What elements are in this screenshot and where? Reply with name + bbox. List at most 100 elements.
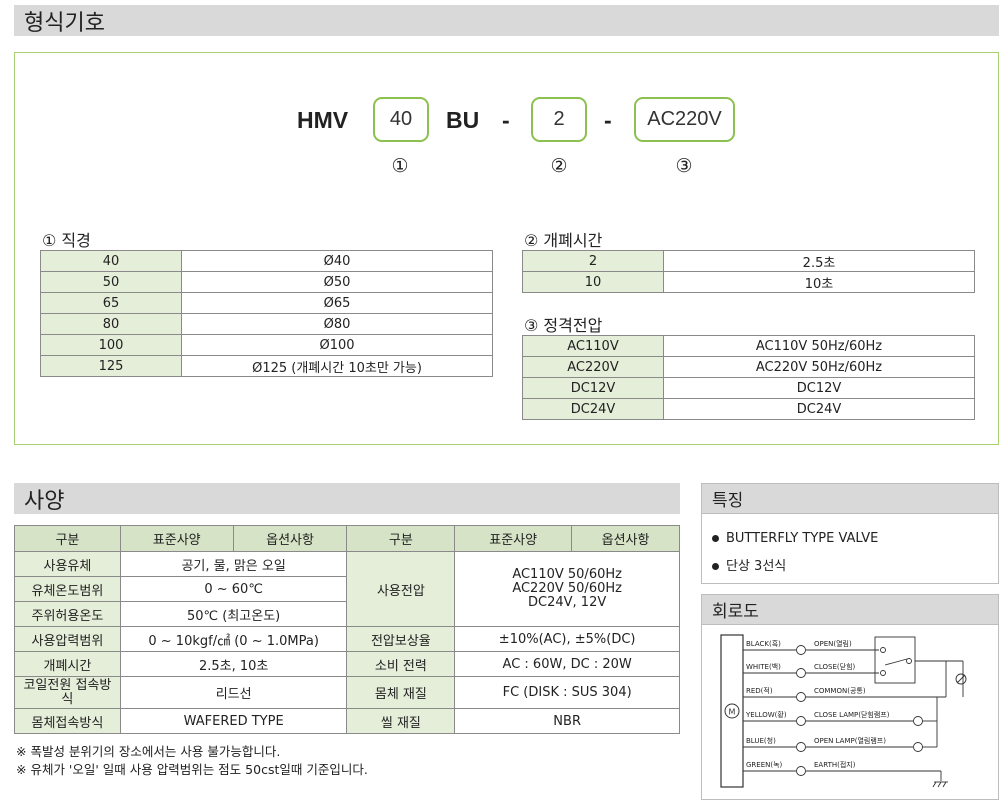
table-row: 몸체접속방식 WAFERED TYPE 씰 재질 NBR bbox=[14, 708, 680, 734]
feature-item: BUTTERFLY TYPE VALVE bbox=[712, 531, 878, 546]
cell: 전압보상율 bbox=[346, 626, 456, 652]
cell: 소비 전력 bbox=[346, 651, 456, 677]
model-voltage-box: AC220V bbox=[634, 97, 735, 142]
table-row: 개폐시간 2.5초, 10초 소비 전력 AC : 60W, DC : 20W bbox=[14, 651, 680, 677]
cell: 65 bbox=[40, 292, 182, 314]
cell: AC : 60W, DC : 20W bbox=[454, 651, 680, 677]
header-cell: 표준사양 bbox=[454, 525, 573, 552]
wire-color-label: BLACK(흑) bbox=[746, 639, 781, 648]
diameter-table-title: ① 직경 bbox=[42, 231, 91, 250]
model-time-box: 2 bbox=[531, 97, 587, 142]
table-row: 50 Ø50 bbox=[40, 271, 493, 293]
mark-2: ② bbox=[550, 155, 568, 177]
cell: 100 bbox=[40, 334, 182, 356]
cell: AC110V 50Hz/60Hz bbox=[663, 335, 975, 357]
cell: AC220V 50Hz/60Hz bbox=[663, 356, 975, 378]
bullet-icon bbox=[712, 535, 719, 542]
cell: 사용유체 bbox=[14, 551, 121, 577]
wire-function-label: OPEN(열림) bbox=[814, 640, 852, 648]
cell: 씰 재질 bbox=[346, 708, 456, 734]
cell: 2 bbox=[522, 250, 664, 272]
spec-section-title: 사양 bbox=[14, 483, 680, 514]
cell: 공기, 물, 맑은 오일 bbox=[119, 551, 348, 577]
cell: 주위허용온도 bbox=[14, 601, 121, 627]
wire-color-label: BLUE(청) bbox=[746, 737, 776, 745]
cell: Ø65 bbox=[181, 292, 493, 314]
table-row: 40 Ø40 bbox=[40, 250, 493, 272]
cell: 리드선 bbox=[119, 676, 348, 709]
table-row: 80 Ø80 bbox=[40, 313, 493, 335]
table-row: 10 10초 bbox=[522, 271, 975, 293]
table-row: AC110V AC110V 50Hz/60Hz bbox=[522, 335, 975, 357]
table-row: 코일전원 접속방식 리드선 몸체 재질 FC (DISK : SUS 304) bbox=[14, 676, 680, 709]
table-row: 65 Ø65 bbox=[40, 292, 493, 314]
cell: AC220V bbox=[522, 356, 664, 378]
cell: 10초 bbox=[663, 271, 975, 293]
features-title: 특징 bbox=[701, 483, 999, 514]
cell: 2.5초, 10초 bbox=[119, 651, 348, 677]
cell: 사용전압 bbox=[346, 551, 456, 627]
cell: Ø80 bbox=[181, 313, 493, 335]
table-row: AC220V AC220V 50Hz/60Hz bbox=[522, 356, 975, 378]
feature-item: 단상 3선식 bbox=[712, 555, 786, 574]
cell: DC24V bbox=[522, 398, 664, 420]
cell: Ø100 bbox=[181, 334, 493, 356]
circuit-title: 회로도 bbox=[701, 594, 999, 625]
feature-text: BUTTERFLY TYPE VALVE bbox=[726, 531, 879, 546]
bullet-icon bbox=[712, 563, 719, 570]
mark-3: ③ bbox=[675, 155, 693, 177]
wire-color-label: WHITE(백) bbox=[746, 662, 781, 671]
cell: 10 bbox=[522, 271, 664, 293]
wire-function-label: COMMON(공통) bbox=[814, 687, 866, 695]
diameter-table: 40 Ø40 50 Ø50 65 Ø65 80 Ø80 100 Ø100 125 Ø125 … bbox=[40, 250, 493, 377]
model-type: BU bbox=[446, 107, 480, 133]
model-prefix: HMV bbox=[297, 107, 349, 133]
wire-function-label: EARTH(접지) bbox=[814, 760, 856, 769]
model-dash-2: - bbox=[604, 107, 612, 133]
table-row: DC24V DC24V bbox=[522, 398, 975, 420]
cell: 코일전원 접속방식 bbox=[14, 676, 121, 709]
voltage-table: AC110V AC110V 50Hz/60Hz AC220V AC220V 50Hz… bbox=[522, 335, 975, 420]
cell: 몸체 재질 bbox=[346, 676, 456, 709]
cell: 몸체접속방식 bbox=[14, 708, 121, 734]
wire-function-label: OPEN LAMP(열림램프) bbox=[814, 737, 886, 745]
cell: NBR bbox=[454, 708, 680, 734]
header-cell: 구분 bbox=[346, 525, 456, 552]
motor-label: M bbox=[729, 708, 736, 717]
voltage-table-title: ③ 정격전압 bbox=[524, 316, 603, 335]
time-table-title: ② 개폐시간 bbox=[524, 231, 603, 250]
mark-1: ① bbox=[391, 155, 409, 177]
cell: AC110V bbox=[522, 335, 664, 357]
header-cell: 옵션사항 bbox=[232, 525, 348, 552]
table-row: 사용압력범위 0 ~ 10kgf/㎠ (0 ~ 1.0MPa) 전압보상율 ±1… bbox=[14, 626, 680, 652]
wire-color-label: YELLOW(황) bbox=[745, 710, 787, 719]
header-cell: 구분 bbox=[14, 525, 121, 552]
cell: 2.5초 bbox=[663, 250, 975, 272]
cell: DC12V bbox=[663, 377, 975, 399]
feature-text: 단상 3선식 bbox=[726, 559, 787, 574]
table-row: 2 2.5초 bbox=[522, 250, 975, 272]
cell: Ø50 bbox=[181, 271, 493, 293]
note-2: ※ 유체가 '오일' 일때 사용 압력범위는 점도 50cst일때 기준입니다. bbox=[16, 762, 368, 777]
cell: WAFERED TYPE bbox=[119, 708, 348, 734]
table-row: 사용유체 공기, 물, 맑은 오일 사용전압 AC110V 50/60Hz AC… bbox=[14, 551, 680, 627]
cell: Ø125 (개폐시간 10초만 가능) bbox=[181, 355, 493, 377]
table-row: 125 Ø125 (개폐시간 10초만 가능) bbox=[40, 355, 493, 377]
cell: AC110V 50/60Hz AC220V 50/60Hz DC24V, 12V bbox=[454, 551, 680, 627]
cell: 개폐시간 bbox=[14, 651, 121, 677]
table-header-row: 구분 표준사양 옵션사항 구분 표준사양 옵션사항 bbox=[14, 525, 680, 552]
cell: FC (DISK : SUS 304) bbox=[454, 676, 680, 709]
cell: Ø40 bbox=[181, 250, 493, 272]
table-row: 100 Ø100 bbox=[40, 334, 493, 356]
cell: 50 bbox=[40, 271, 182, 293]
wire-color-label: RED(적) bbox=[746, 686, 773, 695]
header-cell: 표준사양 bbox=[119, 525, 234, 552]
circuit-diagram: M BLACK(흑) WHITE(백) RED(적) YELLOW(황) BLU… bbox=[720, 634, 967, 788]
spec-table: 구분 표준사양 옵션사항 구분 표준사양 옵션사항 사용유체 공기, 물, 맑은… bbox=[14, 525, 680, 734]
cell: DC24V bbox=[663, 398, 975, 420]
wire-function-label: CLOSE LAMP(닫힘램프) bbox=[814, 710, 890, 719]
cell: 125 bbox=[40, 355, 182, 377]
cell: 0 ~ 60℃ bbox=[119, 576, 348, 602]
cell: 사용압력범위 bbox=[14, 626, 121, 652]
cell: 0 ~ 10kgf/㎠ (0 ~ 1.0MPa) bbox=[119, 626, 348, 652]
